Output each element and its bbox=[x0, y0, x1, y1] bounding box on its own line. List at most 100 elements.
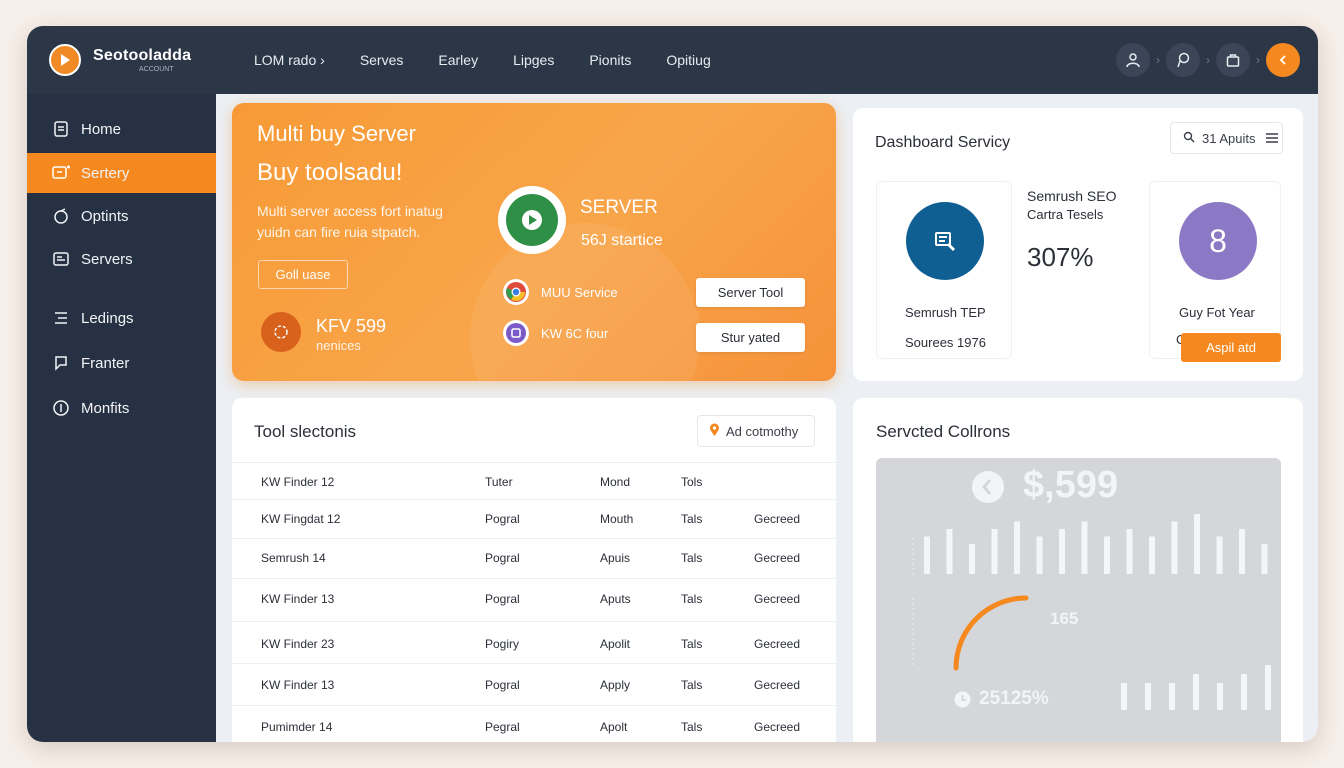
dashboard-title: Dashboard Servicy bbox=[875, 134, 1011, 151]
hero-card: Multi buy Server Buy toolsadu! Multi ser… bbox=[232, 103, 836, 381]
cell-tols: Tals bbox=[681, 678, 703, 692]
nav-item-earley[interactable]: Earley bbox=[438, 52, 478, 68]
cell-mond: Apolit bbox=[600, 637, 631, 651]
search-field[interactable]: 31 Apuits bbox=[1170, 122, 1283, 154]
chart-bar bbox=[1059, 529, 1065, 574]
cell-tols: Tals bbox=[681, 592, 703, 606]
chart-gauge-arc bbox=[953, 595, 1029, 671]
sidebar-label: Sertery bbox=[81, 164, 130, 182]
chat-icon bbox=[51, 353, 71, 373]
cell-tool: KW Fingdat 12 bbox=[261, 512, 341, 526]
filter-label: Ad cotmothy bbox=[726, 423, 799, 439]
info-icon bbox=[51, 398, 71, 418]
brand[interactable]: Seotooladda ACCOUNT bbox=[49, 44, 254, 76]
cell-tols: Tals bbox=[681, 720, 703, 734]
stur-yated-button[interactable]: Stur yated bbox=[696, 323, 805, 352]
table-row[interactable]: Pumimder 14 Pegral Apolt Tals Gecreed bbox=[232, 705, 836, 742]
table-row[interactable]: KW Finder 13 Pogral Aputs Tals Gecreed bbox=[232, 578, 836, 621]
cell-tols: Tals bbox=[681, 551, 703, 565]
nav-item-lom-rado[interactable]: LOM rado › bbox=[254, 52, 325, 68]
sidebar-label: Servers bbox=[81, 250, 133, 268]
play-logo-icon bbox=[49, 44, 81, 76]
mid-value: 307% bbox=[1027, 242, 1094, 272]
chart-bar bbox=[1149, 536, 1155, 574]
user-icon[interactable] bbox=[1116, 43, 1150, 77]
bag-icon[interactable] bbox=[1216, 43, 1250, 77]
table-row[interactable]: Semrush 14 Pogral Apuis Tals Gecreed bbox=[232, 538, 836, 578]
column-header: Tols bbox=[681, 475, 703, 489]
location-pin-icon bbox=[709, 423, 720, 440]
chart-big-value: $,599 bbox=[1023, 464, 1119, 506]
cell-mond: Apply bbox=[600, 678, 631, 692]
filter-button[interactable]: Ad cotmothy bbox=[697, 415, 815, 447]
sidebar-item-optints[interactable]: Optints bbox=[27, 196, 216, 236]
nav-item-opitiug[interactable]: Opitiug bbox=[666, 52, 710, 68]
service-row: KW 6C four bbox=[503, 320, 608, 346]
cell-tuter: Pegral bbox=[485, 720, 520, 734]
hero-title: Multi buy Server bbox=[257, 121, 416, 146]
cell-tols: Tals bbox=[681, 637, 703, 651]
list-icon bbox=[51, 308, 71, 328]
nav-item-serves[interactable]: Serves bbox=[360, 52, 404, 68]
chart-bar bbox=[1014, 521, 1020, 574]
cell-mond: Aputs bbox=[600, 592, 631, 606]
chart-bar bbox=[1171, 521, 1178, 574]
chart-bar bbox=[1126, 529, 1133, 574]
cell-status: Gecreed bbox=[754, 720, 801, 734]
back-button[interactable] bbox=[1266, 43, 1300, 77]
top-nav: LOM rado › Serves Earley Lipges Pionits … bbox=[254, 52, 746, 68]
coin-icon bbox=[971, 470, 1005, 509]
semrush-tep-tile[interactable]: Semrush TEP Sourees 1976 bbox=[876, 181, 1012, 359]
search-value: 31 Apuits bbox=[1202, 130, 1256, 146]
chrome-icon bbox=[503, 279, 529, 305]
nav-item-pionits[interactable]: Pionits bbox=[589, 52, 631, 68]
cell-tool: KW Finder 13 bbox=[261, 678, 335, 692]
chart-bar bbox=[1104, 536, 1110, 574]
profile-icon: 8 bbox=[1179, 202, 1257, 280]
cell-status: Gecreed bbox=[754, 512, 801, 526]
app-icon bbox=[503, 320, 529, 346]
menu-icon[interactable] bbox=[1265, 131, 1278, 146]
brand-name: Seotooladda bbox=[93, 47, 192, 64]
cell-tols: Tals bbox=[681, 512, 703, 526]
chart-bar bbox=[1239, 529, 1245, 574]
tool-selections-card: Tool slectonis Ad cotmothy KW Finder 12 … bbox=[232, 398, 836, 742]
chat-bubble-icon[interactable] bbox=[1166, 43, 1200, 77]
hero-subtitle: Buy toolsadu! bbox=[257, 159, 403, 186]
chart-bar bbox=[1193, 674, 1199, 710]
table-row[interactable]: KW Finder 23 Pogiry Apolit Tals Gecreed bbox=[232, 621, 836, 663]
cell-tool: KW Finder 23 bbox=[261, 637, 335, 651]
column-header: KW Finder 12 bbox=[261, 475, 335, 489]
chart-bar bbox=[1036, 536, 1043, 574]
column-header: Mond bbox=[600, 475, 631, 489]
cell-mond: Apuis bbox=[600, 551, 631, 565]
nav-item-lipges[interactable]: Lipges bbox=[513, 52, 554, 68]
sidebar-item-home[interactable]: Home bbox=[27, 109, 216, 149]
chart-panel: $,599 165 25125% bbox=[876, 458, 1281, 742]
server-tool-button[interactable]: Server Tool bbox=[696, 278, 805, 307]
sidebar-item-ledings[interactable]: Ledings bbox=[27, 298, 216, 338]
sidebar-item-monfits[interactable]: Monfits bbox=[27, 388, 216, 428]
table-row[interactable]: KW Finder 13 Pogral Apply Tals Gecreed bbox=[232, 663, 836, 705]
apply-button[interactable]: Aspil atd bbox=[1181, 333, 1281, 362]
table-row[interactable]: KW Fingdat 12 Pogral Mouth Tals Gecreed bbox=[232, 499, 836, 538]
sidebar-label: Ledings bbox=[81, 309, 134, 327]
sidebar-label: Franter bbox=[81, 354, 130, 372]
app-window: Seotooladda ACCOUNT LOM rado › Serves Ea… bbox=[27, 26, 1318, 742]
play-icon[interactable] bbox=[498, 186, 566, 254]
chart-bar bbox=[1081, 521, 1088, 574]
sidebar-item-franter[interactable]: Franter bbox=[27, 343, 216, 383]
home-icon bbox=[51, 119, 71, 139]
server-icon bbox=[51, 163, 71, 183]
table-title: Tool slectonis bbox=[254, 422, 357, 441]
sidebar-item-sertery[interactable]: Sertery bbox=[27, 153, 216, 193]
hero-cta-button[interactable]: Goll uase bbox=[258, 260, 348, 289]
chart-bar bbox=[991, 529, 998, 574]
sidebar-label: Optints bbox=[81, 207, 129, 225]
options-icon bbox=[51, 206, 71, 226]
mid-subtitle: Cartra Tesels bbox=[1027, 207, 1104, 222]
sidebar-item-servers[interactable]: Servers bbox=[27, 239, 216, 279]
hero-price-sub: nenices bbox=[316, 338, 361, 353]
chart-bar bbox=[1261, 544, 1268, 574]
clock-icon bbox=[954, 691, 971, 713]
